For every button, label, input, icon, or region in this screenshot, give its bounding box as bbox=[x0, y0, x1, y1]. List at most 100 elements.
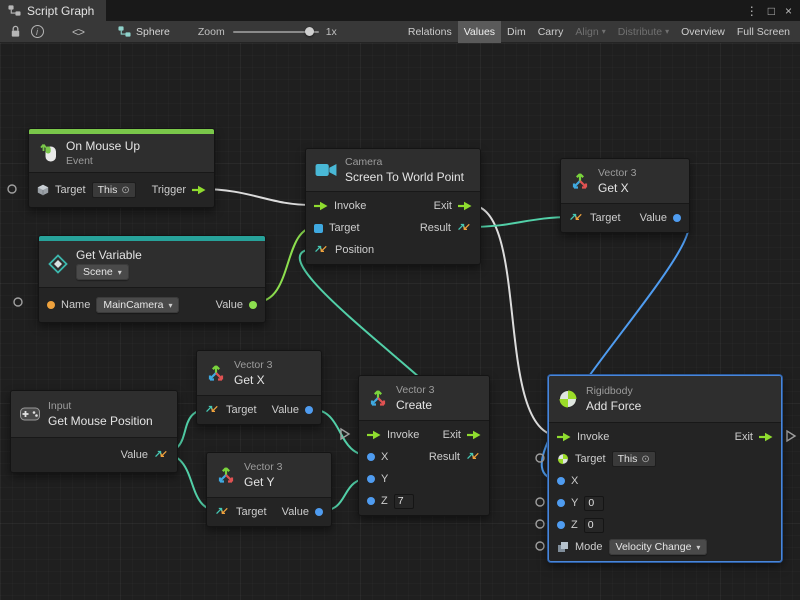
toolbar-button-distribute[interactable]: Distribute▾ bbox=[612, 21, 675, 43]
node-vector3-get-y[interactable]: Vector 3 Get Y ↗↙ Target Value bbox=[206, 452, 332, 527]
vector3-port-icon[interactable]: ↗↙ bbox=[215, 507, 230, 517]
chevron-down-icon: ▾ bbox=[665, 27, 669, 36]
vector3-port-icon[interactable]: ↗↙ bbox=[466, 452, 481, 462]
port-row-z: Z bbox=[549, 514, 781, 536]
vector3-port-icon[interactable]: ↗↙ bbox=[154, 450, 169, 460]
port-label-value: Value bbox=[282, 506, 309, 518]
variable-icon bbox=[48, 254, 68, 274]
float-port[interactable] bbox=[673, 214, 681, 222]
lock-icon[interactable] bbox=[4, 21, 26, 43]
toolbar-button-relations[interactable]: Relations bbox=[402, 21, 458, 43]
string-port[interactable] bbox=[47, 301, 55, 309]
toolbar-button-fullscreen[interactable]: Full Screen bbox=[731, 21, 796, 43]
float-port[interactable] bbox=[557, 477, 565, 485]
control-input-icon[interactable] bbox=[557, 432, 571, 442]
force-mode-dropdown[interactable]: Velocity Change ▾ bbox=[609, 539, 708, 555]
node-get-mouse-position[interactable]: Input Get Mouse Position Value ↗↙ bbox=[10, 390, 178, 473]
script-graph-icon bbox=[8, 4, 21, 17]
port-label-result: Result bbox=[429, 451, 460, 463]
control-output-icon[interactable] bbox=[458, 201, 472, 211]
float-port[interactable] bbox=[367, 475, 375, 483]
camera-icon bbox=[315, 161, 337, 179]
node-add-force[interactable]: Rigidbody Add Force Invoke Exit Target T… bbox=[548, 375, 782, 562]
port-label-value: Value bbox=[272, 404, 299, 416]
object-picker-icon[interactable]: ⊙ bbox=[641, 454, 649, 465]
port-label-y: Y bbox=[381, 473, 388, 485]
zoom-slider[interactable] bbox=[233, 26, 319, 38]
vector3-icon bbox=[570, 171, 590, 191]
float-port[interactable] bbox=[367, 453, 375, 461]
float-port[interactable] bbox=[305, 406, 313, 414]
variable-scope-dropdown[interactable]: Scene ▾ bbox=[76, 264, 129, 280]
kebab-menu-icon[interactable]: ⋮ bbox=[746, 4, 758, 18]
port-row-x: X bbox=[549, 470, 781, 492]
port-label-position: Position bbox=[335, 244, 374, 256]
y-value-field[interactable] bbox=[584, 496, 604, 511]
node-on-mouse-up[interactable]: On Mouse Up Event Target This ⊙ Trigger bbox=[28, 128, 215, 208]
graph-breadcrumb[interactable]: Sphere bbox=[118, 25, 170, 38]
toolbar-button-dim[interactable]: Dim bbox=[501, 21, 532, 43]
port-row-y: Y bbox=[549, 492, 781, 514]
node-vector3-get-x-mid[interactable]: Vector 3 Get X ↗↙ Target Value bbox=[196, 350, 322, 425]
toolbar-button-overview[interactable]: Overview bbox=[675, 21, 731, 43]
vector3-port-icon[interactable]: ↗↙ bbox=[205, 405, 220, 415]
chevron-down-icon: ▾ bbox=[602, 27, 606, 36]
node-get-variable[interactable]: Get Variable Scene ▾ Name MainCamera ▾ V… bbox=[38, 235, 266, 323]
object-picker-icon[interactable]: ⊙ bbox=[121, 185, 129, 196]
graph-toolbar: i <> Sphere Zoom 1x Relations Values Dim… bbox=[0, 21, 800, 43]
enum-port-icon[interactable] bbox=[557, 541, 569, 553]
gameobject-icon[interactable] bbox=[37, 184, 49, 196]
node-screen-to-world-point[interactable]: Camera Screen To World Point Invoke Exit… bbox=[305, 148, 481, 265]
port-label-result: Result bbox=[420, 222, 451, 234]
node-title: Get Mouse Position bbox=[48, 414, 153, 428]
info-icon[interactable]: i bbox=[26, 21, 48, 43]
variable-name-dropdown[interactable]: MainCamera ▾ bbox=[96, 297, 179, 313]
node-category: Input bbox=[48, 400, 153, 412]
camera-port[interactable] bbox=[314, 224, 323, 233]
object-port[interactable] bbox=[249, 301, 257, 309]
port-row-x: X Result ↗↙ bbox=[359, 446, 489, 468]
port-label-target: Target bbox=[590, 212, 621, 224]
zoom-slider-knob[interactable] bbox=[305, 27, 314, 36]
vector3-port-icon[interactable]: ↗↙ bbox=[569, 213, 584, 223]
node-vector3-get-x-top[interactable]: Vector 3 Get X ↗↙ Target Value bbox=[560, 158, 690, 233]
float-port[interactable] bbox=[557, 521, 565, 529]
chevron-down-icon: ▾ bbox=[118, 268, 122, 277]
float-port[interactable] bbox=[557, 499, 565, 507]
control-input-icon[interactable] bbox=[314, 201, 328, 211]
float-port[interactable] bbox=[367, 497, 375, 505]
tab-script-graph[interactable]: Script Graph bbox=[0, 0, 106, 21]
zoom-label: Zoom bbox=[198, 26, 225, 38]
control-output-icon[interactable] bbox=[192, 185, 206, 195]
port-row-invoke: Invoke Exit bbox=[549, 426, 781, 448]
code-brackets-icon[interactable]: <> bbox=[72, 25, 84, 39]
z-value-field[interactable] bbox=[584, 518, 604, 533]
toolbar-button-values[interactable]: Values bbox=[458, 21, 501, 43]
z-value-field[interactable] bbox=[394, 494, 414, 509]
port-row-invoke: Invoke Exit bbox=[359, 424, 489, 446]
vector3-port-icon[interactable]: ↗↙ bbox=[457, 223, 472, 233]
float-port[interactable] bbox=[315, 508, 323, 516]
rigidbody-port-icon[interactable] bbox=[557, 453, 569, 465]
control-output-icon[interactable] bbox=[467, 430, 481, 440]
port-label-mode: Mode bbox=[575, 541, 603, 553]
node-title: Get Variable bbox=[76, 248, 142, 262]
port-row-invoke: Invoke Exit bbox=[306, 195, 480, 217]
control-output-icon[interactable] bbox=[759, 432, 773, 442]
target-object-field[interactable]: This ⊙ bbox=[612, 451, 656, 467]
port-label-value: Value bbox=[121, 449, 148, 461]
target-object-field[interactable]: This ⊙ bbox=[92, 182, 136, 198]
control-input-icon[interactable] bbox=[367, 430, 381, 440]
close-icon[interactable]: × bbox=[785, 4, 792, 18]
port-row-mode: Mode Velocity Change ▾ bbox=[549, 536, 781, 558]
maximize-icon[interactable]: □ bbox=[768, 4, 775, 18]
vector3-icon bbox=[206, 363, 226, 383]
toolbar-button-align[interactable]: Align▾ bbox=[569, 21, 611, 43]
node-category: Camera bbox=[345, 156, 464, 168]
port-label-target: Target bbox=[575, 453, 606, 465]
node-vector3-create[interactable]: Vector 3 Create Invoke Exit X Result ↗↙ … bbox=[358, 375, 490, 516]
toolbar-button-carry[interactable]: Carry bbox=[532, 21, 570, 43]
node-title: Add Force bbox=[586, 399, 641, 413]
vector3-port-icon[interactable]: ↗↙ bbox=[314, 245, 329, 255]
node-title: On Mouse Up bbox=[66, 139, 140, 153]
